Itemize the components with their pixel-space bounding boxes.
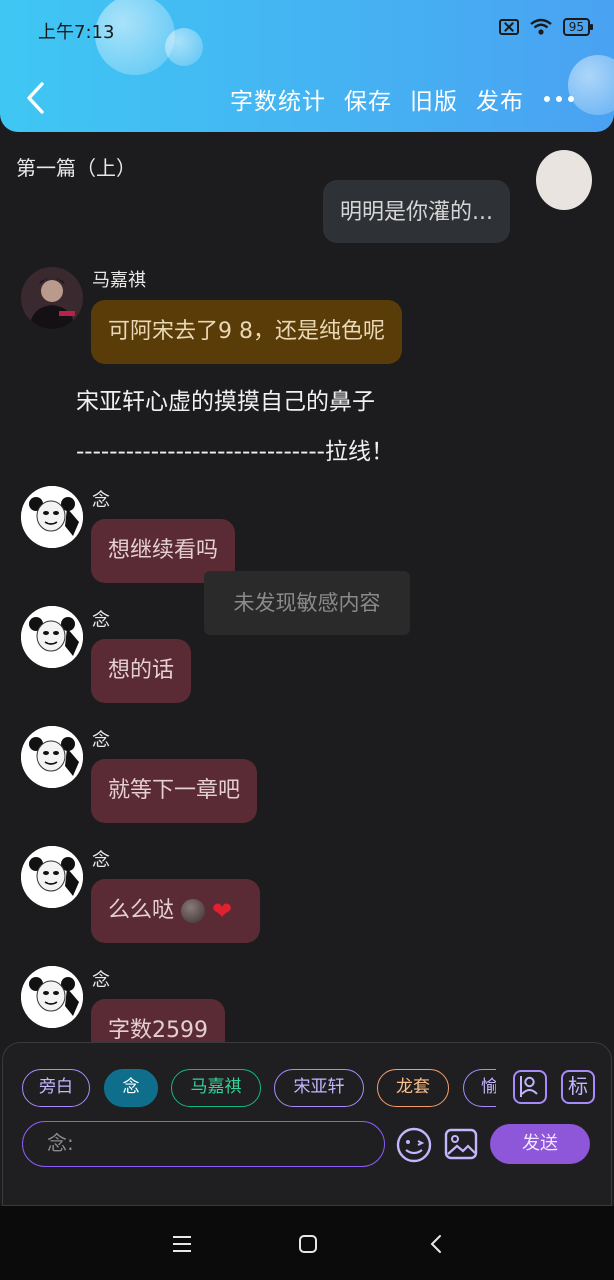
- emoji-icon[interactable]: [395, 1126, 433, 1164]
- message-input[interactable]: 念:: [22, 1121, 385, 1167]
- sender-name: 念: [92, 610, 110, 631]
- message-bubble: 明明是你灌的...: [323, 180, 510, 243]
- sender-name: 马嘉祺: [92, 270, 146, 291]
- role-chip-nian[interactable]: 念: [104, 1069, 158, 1107]
- old-version-button[interactable]: 旧版: [410, 82, 458, 116]
- back-icon[interactable]: [22, 80, 52, 116]
- avatar[interactable]: [21, 846, 83, 908]
- avatar[interactable]: [21, 966, 83, 1028]
- nav-back-icon[interactable]: [428, 1234, 444, 1254]
- publish-button[interactable]: 发布: [476, 82, 524, 116]
- word-count-button[interactable]: 字数统计: [230, 82, 326, 116]
- decorative-bubble: [165, 28, 203, 66]
- role-chip-song-yaxuan[interactable]: 宋亚轩: [274, 1069, 364, 1107]
- avatar[interactable]: [536, 150, 592, 210]
- header-actions: 字数统计 保存 旧版 发布: [230, 82, 524, 116]
- system-navbar: [0, 1206, 614, 1280]
- home-icon[interactable]: [298, 1234, 318, 1254]
- role-chip-ma-jiaqi[interactable]: 马嘉祺: [171, 1069, 261, 1107]
- role-chip-extra[interactable]: 龙套: [377, 1069, 449, 1107]
- avatar[interactable]: [21, 267, 83, 329]
- status-icons: 95: [498, 18, 594, 36]
- save-button[interactable]: 保存: [344, 82, 392, 116]
- moon-emoji-icon: [181, 899, 206, 923]
- sender-name: 念: [92, 490, 110, 511]
- status-time: 上午7:13: [38, 22, 115, 43]
- send-button[interactable]: 发送: [490, 1124, 590, 1164]
- avatar[interactable]: [21, 726, 83, 788]
- contact-card-icon[interactable]: [513, 1070, 547, 1104]
- role-chip-partial[interactable]: 愉: [463, 1069, 496, 1107]
- narration-text: ------------------------------拉线！: [76, 439, 394, 465]
- more-icon[interactable]: [544, 96, 574, 102]
- sender-name: 念: [92, 970, 110, 991]
- sender-name: 念: [92, 850, 110, 871]
- message-bubble: 就等下一章吧: [91, 759, 258, 823]
- top-header: 上午7:13 95 字数统计 保存 旧版 发布: [0, 0, 614, 132]
- avatar[interactable]: [21, 486, 83, 548]
- decorative-bubble: [568, 55, 614, 115]
- chapter-title: 第一篇（上）: [16, 156, 136, 180]
- no-sim-icon: [498, 19, 519, 35]
- sender-name: 念: [92, 730, 110, 751]
- avatar[interactable]: [21, 606, 83, 668]
- message-bubble: 么么哒 ❤: [91, 879, 260, 943]
- message-text: 么么哒: [108, 898, 175, 923]
- message-bubble: 可阿宋去了9 8，还是纯色呢: [91, 300, 402, 364]
- message-bubble: 想的话: [91, 639, 192, 703]
- menu-icon[interactable]: [172, 1235, 192, 1253]
- image-icon[interactable]: [444, 1127, 478, 1161]
- label-button[interactable]: 标: [561, 1070, 595, 1104]
- battery-indicator: 95: [562, 18, 594, 36]
- narration-text: 宋亚轩心虚的摸摸自己的鼻子: [76, 389, 375, 415]
- heart-emoji-icon: ❤: [212, 897, 233, 925]
- toast-message: 未发现敏感内容: [204, 571, 410, 635]
- wifi-icon: [529, 18, 552, 35]
- role-chip-narrator[interactable]: 旁白: [22, 1069, 90, 1107]
